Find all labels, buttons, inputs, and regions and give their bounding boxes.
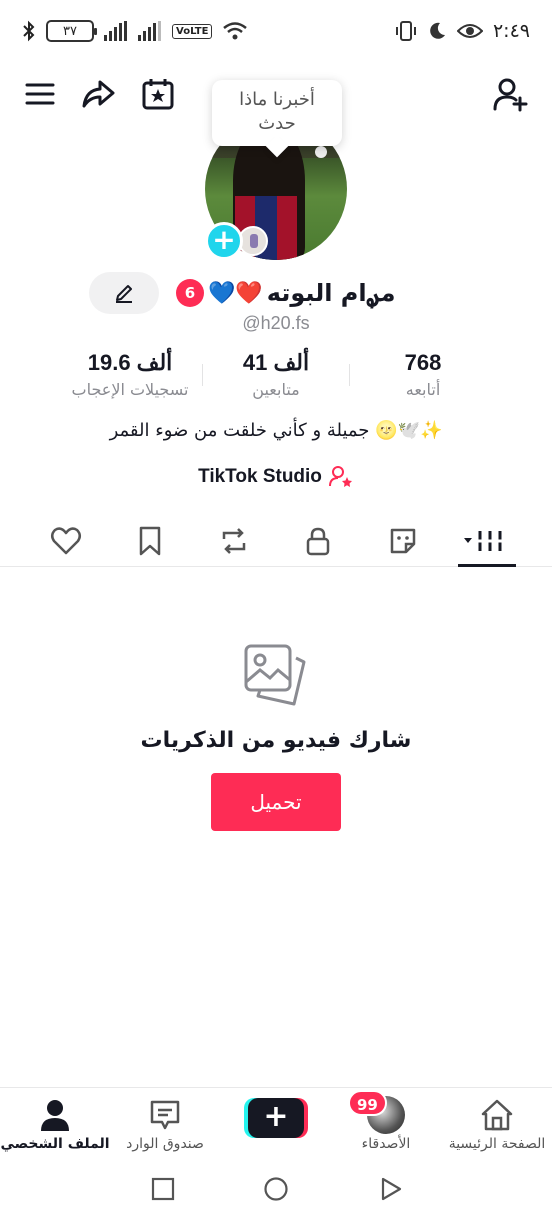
- friends-count-badge: 99: [348, 1090, 387, 1116]
- following-count: 768: [404, 350, 442, 375]
- nav-inbox-label: صندوق الوارد: [126, 1136, 204, 1152]
- signal-icon: [104, 21, 127, 41]
- followers-count: 41 ألف: [242, 350, 310, 375]
- stat-following[interactable]: 768 أتابعه: [360, 350, 486, 399]
- tab-favorites[interactable]: [130, 521, 170, 561]
- studio-label: TikTok Studio: [198, 466, 322, 487]
- stat-likes[interactable]: 19.6 ألف تسجيلات الإعجاب: [60, 350, 200, 399]
- clock: ٢:٤٩: [492, 20, 530, 42]
- add-story-icon[interactable]: +: [205, 222, 243, 260]
- status-tooltip[interactable]: أخبرنا ماذا حدث: [212, 80, 342, 146]
- battery-indicator: ٣٧: [46, 20, 97, 42]
- tab-liked[interactable]: [46, 521, 86, 561]
- avatar-shirt-stripe: [277, 196, 297, 260]
- tooltip-line-2: حدث: [258, 113, 296, 134]
- nav-profile[interactable]: الملف الشخصي: [0, 1096, 110, 1152]
- active-tab-indicator: [458, 564, 516, 567]
- likes-label: تسجيلات الإعجاب: [71, 380, 189, 399]
- heart-icon: [51, 527, 81, 555]
- home-circle-icon[interactable]: [263, 1176, 289, 1202]
- username: @h20.fs: [242, 313, 310, 333]
- add-friend-icon[interactable]: [492, 76, 528, 112]
- stat-followers[interactable]: 41 ألف متابعين: [206, 350, 346, 399]
- nav-home-label: الصفحة الرئيسية: [448, 1136, 546, 1152]
- plus-icon: +: [248, 1098, 304, 1138]
- tab-reposts[interactable]: [214, 521, 254, 561]
- calendar-star-icon[interactable]: [140, 76, 176, 112]
- moon-icon: [430, 22, 445, 39]
- stats-divider: [202, 364, 203, 386]
- menu-icon[interactable]: [22, 76, 58, 112]
- sticker-icon: [390, 528, 416, 554]
- bottom-navigation: الصفحة الرئيسية الأصدقاء + صندوق الوارد …: [0, 1087, 552, 1157]
- bluetooth-icon: [23, 20, 35, 42]
- content-tabs: [0, 515, 552, 567]
- notification-badge[interactable]: 6: [176, 279, 204, 307]
- upload-button[interactable]: تحميل: [211, 773, 341, 831]
- back-icon[interactable]: [378, 1176, 404, 1202]
- signal-2-icon: [138, 21, 161, 41]
- followers-label: متابعين: [252, 380, 300, 399]
- create-button[interactable]: +: [244, 1098, 308, 1138]
- photos-icon: [244, 644, 306, 706]
- pencil-icon: [116, 285, 132, 303]
- tab-videos[interactable]: [462, 521, 510, 561]
- system-navigation: [0, 1160, 552, 1218]
- tab-stickers[interactable]: [383, 521, 423, 561]
- grid-dropdown-icon: [464, 531, 504, 551]
- name-emojis: 💙❤️: [208, 280, 263, 306]
- inbox-icon: [150, 1100, 180, 1130]
- edit-profile-button[interactable]: [89, 272, 159, 314]
- empty-state-title: شارك فيديو من الذكريات: [140, 728, 412, 753]
- wifi-icon: [223, 22, 248, 40]
- home-icon: [481, 1099, 513, 1131]
- nav-inbox[interactable]: صندوق الوارد: [110, 1096, 220, 1152]
- nav-home[interactable]: الصفحة الرئيسية: [442, 1096, 552, 1152]
- status-bar: ٣٧ VoLTE ٢:٤٩: [0, 0, 552, 62]
- volte-badge: VoLTE: [172, 23, 213, 39]
- profile-bio: جميلة و كأني خلقت من ضوء القمر 🌝🕊️✨: [109, 420, 443, 441]
- stats-divider: [349, 364, 350, 386]
- profile-icon: [41, 1100, 69, 1131]
- tab-private[interactable]: [298, 521, 338, 561]
- status-left: ٣٧ VoLTE: [22, 20, 248, 42]
- nav-profile-label: الملف الشخصي: [0, 1136, 110, 1152]
- repost-icon: [222, 528, 246, 554]
- bookmark-icon: [139, 526, 161, 556]
- share-icon[interactable]: [80, 76, 116, 112]
- recent-apps-icon[interactable]: [150, 1176, 176, 1202]
- tooltip-line-1: أخبرنا ماذا: [239, 89, 315, 110]
- tiktok-studio-link[interactable]: TikTok Studio: [0, 464, 552, 490]
- avatar-ball: [315, 146, 327, 158]
- display-name: مࢪام البوته: [266, 279, 396, 307]
- following-label: أتابعه: [405, 380, 441, 399]
- lock-icon: [306, 527, 330, 556]
- name-row: 6 💙❤️ مࢪام البوته: [176, 276, 396, 310]
- status-right: ٢:٤٩: [395, 20, 530, 42]
- studio-icon: [328, 466, 352, 487]
- vibrate-icon: [395, 21, 416, 41]
- likes-count: 19.6 ألف: [87, 350, 173, 375]
- profile-stats: 19.6 ألف تسجيلات الإعجاب 41 ألف متابعين …: [0, 350, 552, 406]
- eye-icon: [456, 24, 483, 38]
- nav-friends-label: الأصدقاء: [361, 1136, 411, 1152]
